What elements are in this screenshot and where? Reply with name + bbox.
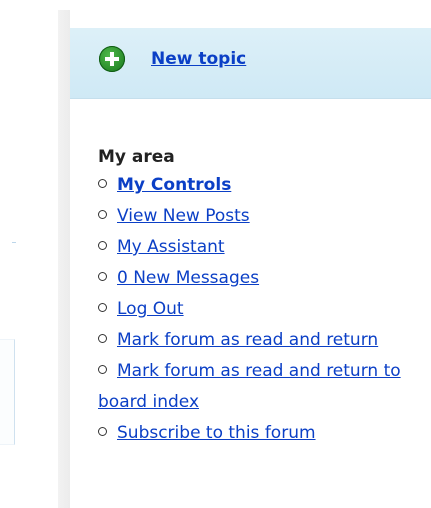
view-new-posts-link[interactable]: View New Posts	[117, 206, 250, 226]
column-separator	[58, 10, 70, 508]
my-area-list: My Controls View New Posts My Assistant …	[98, 170, 418, 449]
mark-forum-read-board-index-link[interactable]: Mark forum as read and return to board i…	[98, 361, 401, 412]
list-item: My Controls	[98, 170, 418, 201]
mark-forum-read-link[interactable]: Mark forum as read and return	[117, 330, 378, 350]
plus-circle-icon[interactable]	[99, 46, 125, 72]
subscribe-forum-link[interactable]: Subscribe to this forum	[117, 423, 316, 443]
list-item: Mark forum as read and return to board i…	[98, 356, 418, 418]
my-controls-link[interactable]: My Controls	[117, 175, 231, 195]
forum-page: New topic My area My Controls View New P…	[0, 0, 431, 508]
my-area-title: My area	[98, 147, 175, 167]
log-out-link[interactable]: Log Out	[117, 299, 184, 319]
list-item: Log Out	[98, 294, 418, 325]
my-assistant-link[interactable]: My Assistant	[117, 237, 225, 257]
list-item: 0 New Messages	[98, 263, 418, 294]
circle-bullet-icon	[98, 240, 107, 250]
list-item: My Assistant	[98, 232, 418, 263]
circle-bullet-icon	[98, 209, 107, 219]
new-topic-link[interactable]: New topic	[151, 49, 246, 69]
new-messages-link[interactable]: 0 New Messages	[117, 268, 259, 288]
right-panel: New topic My area My Controls View New P…	[70, 10, 431, 508]
new-topic-bar: New topic	[70, 28, 431, 99]
list-item: Subscribe to this forum	[98, 418, 418, 449]
my-area-section: My area My Controls View New Posts My As…	[98, 146, 418, 449]
circle-bullet-icon	[98, 302, 107, 312]
circle-bullet-icon	[98, 333, 107, 343]
circle-bullet-icon	[98, 364, 107, 374]
list-item: Mark forum as read and return	[98, 325, 418, 356]
left-column-divider	[12, 242, 16, 243]
circle-bullet-icon	[98, 426, 107, 436]
circle-bullet-icon	[98, 271, 107, 281]
list-item: View New Posts	[98, 201, 418, 232]
circle-bullet-icon	[98, 178, 107, 188]
left-column-box	[0, 339, 15, 445]
